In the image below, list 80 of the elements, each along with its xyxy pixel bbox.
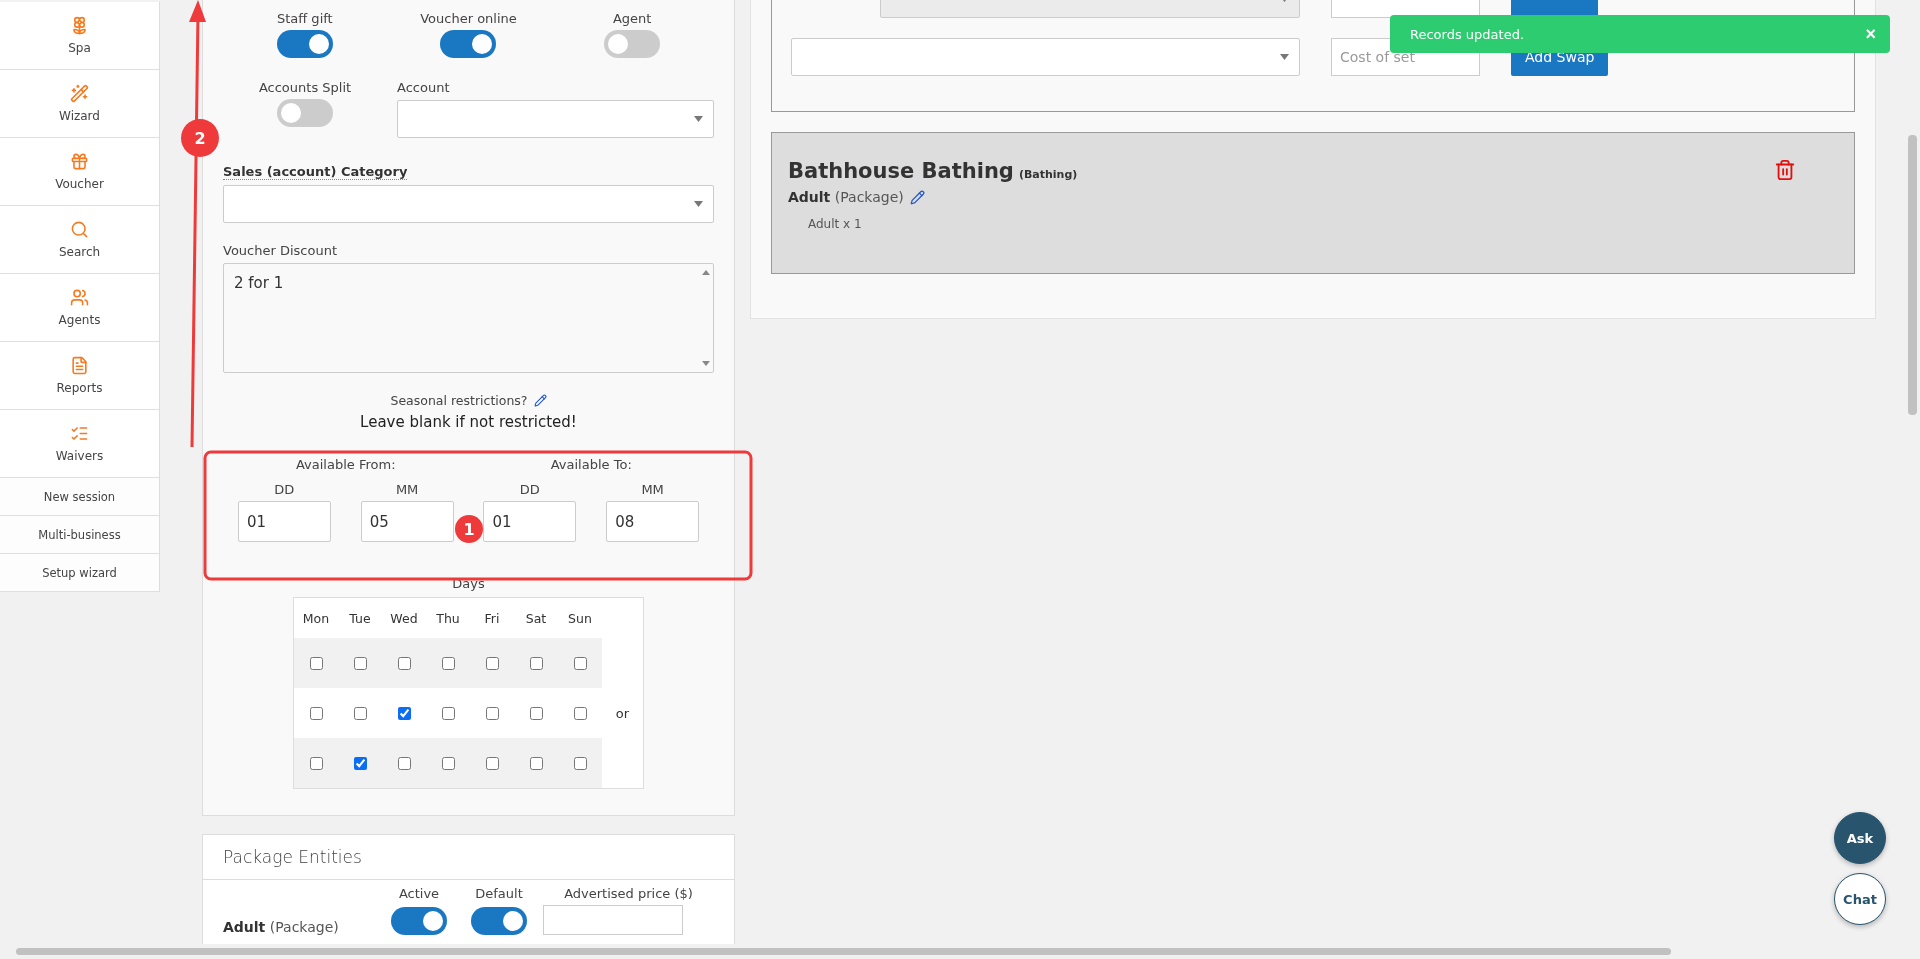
column-label: Advertised price ($) bbox=[563, 886, 694, 901]
users-icon bbox=[70, 288, 89, 307]
caret-icon bbox=[694, 201, 703, 207]
day-checkbox[interactable] bbox=[485, 656, 499, 670]
date-input[interactable]: 05 bbox=[360, 501, 454, 542]
day-checkbox[interactable] bbox=[573, 706, 587, 720]
date-input[interactable]: 08 bbox=[606, 501, 700, 542]
or-label: or bbox=[615, 705, 630, 721]
package-title: Bathhouse Bathing bbox=[788, 159, 1014, 183]
field-label: DD bbox=[274, 482, 295, 497]
entity-name: Adult (Package) bbox=[223, 919, 340, 935]
entity-name: Adult (Package) bbox=[788, 189, 904, 205]
day-checkbox[interactable] bbox=[529, 706, 543, 720]
column-header: Tue bbox=[348, 609, 372, 628]
column-header: Wed bbox=[389, 609, 419, 628]
day-checkbox[interactable] bbox=[309, 756, 323, 770]
day-checkbox[interactable] bbox=[485, 706, 499, 720]
column-header: Sun bbox=[567, 609, 593, 628]
group-label: Available To: bbox=[550, 457, 632, 472]
toggle-switch[interactable] bbox=[604, 30, 661, 58]
trash-icon[interactable] bbox=[1774, 159, 1796, 181]
day-checkbox[interactable] bbox=[353, 656, 367, 670]
group-label: Available From: bbox=[295, 457, 396, 472]
checklist-icon bbox=[70, 424, 89, 443]
column-label: Active bbox=[397, 886, 441, 901]
scroll-up-icon[interactable] bbox=[702, 270, 710, 275]
field-label: MM bbox=[641, 482, 664, 497]
document-icon bbox=[70, 356, 89, 375]
day-checkbox[interactable] bbox=[485, 756, 499, 770]
toggle-label: Voucher online bbox=[420, 11, 517, 26]
field-label: Voucher Discount bbox=[223, 243, 338, 258]
column-header: Mon bbox=[301, 609, 331, 628]
day-checkbox[interactable] bbox=[573, 756, 587, 770]
toggle-label: Accounts Split bbox=[258, 80, 352, 95]
day-checkbox[interactable] bbox=[353, 756, 367, 770]
toggle-label: Staff gift bbox=[276, 11, 333, 26]
column-header: Sat bbox=[524, 609, 548, 628]
field-label: Sales (account) Category bbox=[223, 164, 408, 180]
toggle-switch[interactable] bbox=[276, 30, 333, 58]
day-checkbox[interactable] bbox=[397, 656, 411, 670]
discount-textarea[interactable]: 2 for 1 bbox=[223, 263, 714, 373]
date-input[interactable]: 01 bbox=[483, 501, 577, 542]
column-header: Thu bbox=[435, 609, 461, 628]
toggle-label: Agent bbox=[612, 11, 652, 26]
toggle-switch[interactable] bbox=[471, 907, 527, 935]
price-input[interactable] bbox=[543, 905, 683, 935]
entity-line: Adult x 1 bbox=[808, 217, 863, 231]
pencil-icon[interactable] bbox=[909, 189, 925, 205]
column-header: Fri bbox=[483, 609, 501, 628]
card-title: Package Entities bbox=[223, 847, 362, 867]
day-checkbox[interactable] bbox=[397, 756, 411, 770]
date-input[interactable]: 01 bbox=[237, 501, 331, 542]
column-label: Default bbox=[474, 886, 524, 901]
day-checkbox[interactable] bbox=[309, 656, 323, 670]
pencil-icon[interactable] bbox=[533, 394, 547, 407]
toggle-switch[interactable] bbox=[277, 99, 333, 127]
field-label: MM bbox=[395, 482, 419, 497]
gift-icon bbox=[70, 152, 89, 171]
day-checkbox[interactable] bbox=[573, 656, 587, 670]
day-checkbox[interactable] bbox=[441, 706, 455, 720]
caret-icon bbox=[694, 116, 703, 122]
seasonal-label: Seasonal restrictions? bbox=[390, 393, 528, 408]
hint-text: Leave blank if not restricted! bbox=[360, 413, 577, 431]
toggle-switch[interactable] bbox=[391, 907, 447, 935]
package-category: (Bathing) bbox=[1018, 168, 1078, 181]
day-checkbox[interactable] bbox=[309, 706, 323, 720]
flower-icon bbox=[70, 16, 89, 35]
scroll-down-icon[interactable] bbox=[702, 361, 710, 366]
day-checkbox[interactable] bbox=[397, 706, 411, 720]
magic-wand-icon bbox=[70, 84, 89, 103]
day-checkbox[interactable] bbox=[353, 706, 367, 720]
field-label: DD bbox=[519, 482, 540, 497]
search-icon bbox=[70, 220, 89, 239]
day-checkbox[interactable] bbox=[441, 656, 455, 670]
day-checkbox[interactable] bbox=[441, 756, 455, 770]
field-label: Account bbox=[397, 80, 451, 95]
day-checkbox[interactable] bbox=[529, 756, 543, 770]
day-checkbox[interactable] bbox=[529, 656, 543, 670]
toggle-switch[interactable] bbox=[440, 30, 497, 58]
caret-icon bbox=[1280, 54, 1289, 60]
